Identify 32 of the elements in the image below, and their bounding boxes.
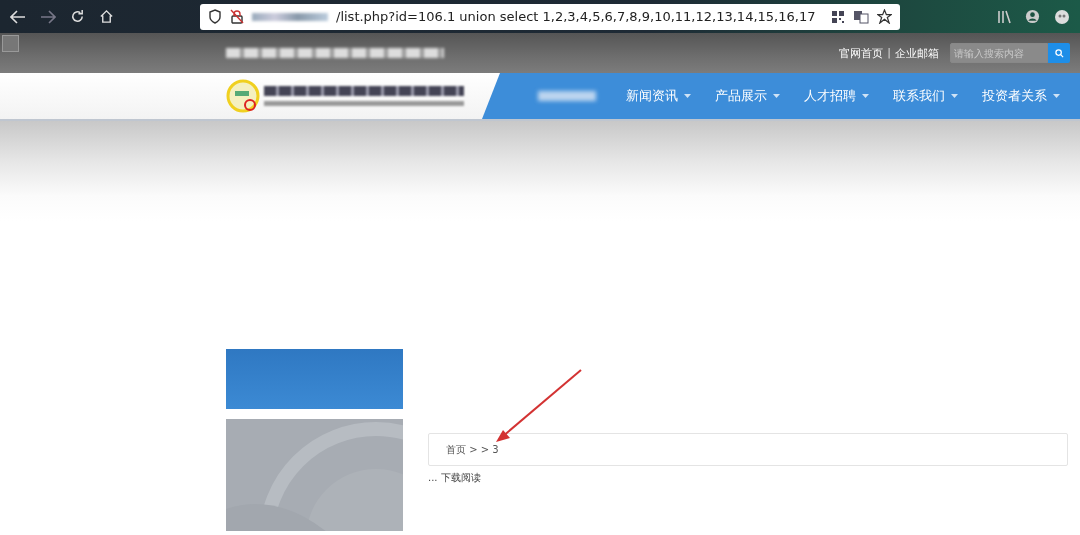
nav-menu-item[interactable]: 投资者关系 bbox=[972, 87, 1070, 105]
qr-code-icon[interactable] bbox=[831, 9, 845, 24]
download-read-link[interactable]: ... 下载阅读 bbox=[428, 471, 481, 485]
shield-icon bbox=[208, 9, 222, 24]
search-icon bbox=[1054, 48, 1064, 58]
caret-icon bbox=[862, 94, 869, 98]
account-icon[interactable] bbox=[1025, 9, 1040, 24]
nav-menu-item[interactable]: 产品展示 bbox=[705, 87, 790, 105]
logo-icon bbox=[226, 79, 260, 113]
address-bar[interactable]: /list.php?id=106.1 union select 1,2,3,4,5,6,7,8,9,10,11,12,13,14,15,16,17 bbox=[200, 3, 900, 30]
extension-icon[interactable] bbox=[1054, 8, 1070, 25]
header-link[interactable]: 企业邮箱 bbox=[892, 45, 942, 61]
page-icon bbox=[2, 35, 19, 52]
caret-icon bbox=[684, 94, 691, 98]
lock-crossed-icon bbox=[230, 9, 244, 24]
star-icon[interactable] bbox=[877, 9, 892, 24]
caret-icon bbox=[951, 94, 958, 98]
reload-icon[interactable] bbox=[70, 9, 85, 24]
translate-icon[interactable] bbox=[853, 9, 869, 24]
url-text: /list.php?id=106.1 union select 1,2,3,4,5,6,7,8,9,10,11,12,13,14,15,16,17 bbox=[336, 9, 817, 24]
link-separator: | bbox=[886, 45, 892, 61]
home-icon[interactable] bbox=[99, 9, 114, 24]
header-link[interactable]: 官网首页 bbox=[836, 45, 887, 61]
back-icon[interactable] bbox=[10, 9, 26, 24]
nav-menu-item[interactable]: 人才招聘 bbox=[794, 87, 879, 105]
nav-menu-item[interactable]: 新闻资讯 bbox=[616, 87, 701, 105]
caret-icon bbox=[773, 94, 780, 98]
forward-icon[interactable] bbox=[40, 9, 56, 24]
caret-icon bbox=[1053, 94, 1060, 98]
library-icon[interactable] bbox=[997, 9, 1011, 24]
nav-menu-item[interactable]: 联系我们 bbox=[883, 87, 968, 105]
breadcrumb: 首页 > > 3 bbox=[446, 442, 499, 457]
